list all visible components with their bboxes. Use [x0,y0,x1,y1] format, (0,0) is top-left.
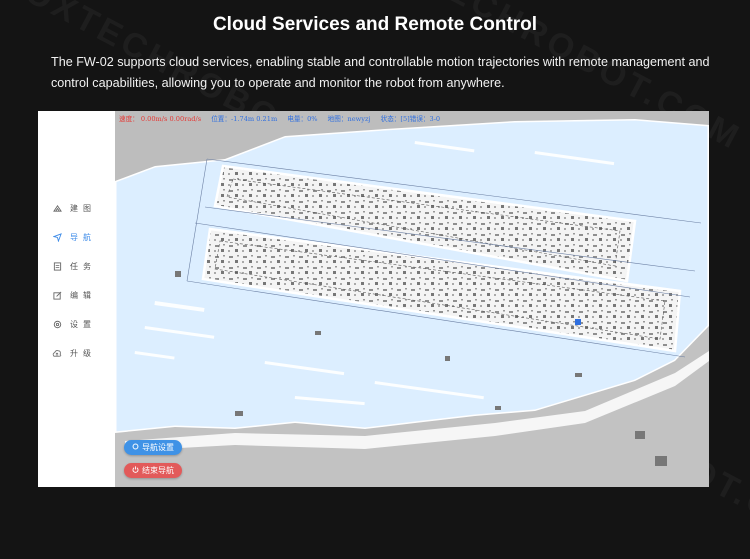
task-icon [50,262,64,271]
map-build-icon [50,204,64,213]
navigation-map[interactable]: 速度： 0.00m/s 0.00rad/s 位置：-1.74m 0.21m 电量… [115,111,709,487]
map-name-readout: 地图：newyzj [327,115,371,123]
battery-readout: 电量：0% [287,115,318,123]
position-readout: 位置：-1.74m 0.21m [211,115,278,123]
sidebar-item-label: 升级 [70,349,96,358]
nav-settings-label: 导航设置 [142,443,174,452]
sidebar-item-label: 建图 [70,204,96,213]
status-bar: 速度： 0.00m/s 0.00rad/s 位置：-1.74m 0.21m 电量… [119,113,448,123]
power-icon [132,466,139,475]
speed-readout: 速度： 0.00m/s 0.00rad/s [119,115,202,123]
end-navigation-label: 结束导航 [142,466,174,475]
nav-settings-button[interactable]: 导航设置 [124,440,182,455]
sidebar: 建图 导航 任务 编辑 设置 升级 [38,111,115,487]
page-title: Cloud Services and Remote Control [212,14,538,35]
sidebar-item-edit[interactable]: 编辑 [50,281,96,310]
sidebar-item-settings[interactable]: 设置 [50,310,96,339]
sidebar-item-label: 设置 [70,320,96,329]
sidebar-item-upgrade[interactable]: 升级 [50,339,96,368]
robot-control-panel: 建图 导航 任务 编辑 设置 升级 速度： 0.00m/s 0.00rad/s … [38,111,709,487]
end-navigation-button[interactable]: 结束导航 [124,463,182,478]
sidebar-item-task[interactable]: 任务 [50,252,96,281]
sidebar-item-label: 编辑 [70,291,96,300]
settings-icon [50,320,64,329]
page-description: The FW-02 supports cloud services, enabl… [51,55,710,90]
upgrade-icon [50,349,64,358]
sidebar-item-label: 导航 [70,233,96,242]
sidebar-item-map-build[interactable]: 建图 [50,194,96,223]
navigation-icon [50,233,64,242]
robot-marker [575,319,581,325]
sidebar-item-label: 任务 [70,262,96,271]
settings-icon [132,443,139,452]
state-readout: 状态：[5]错误：3-0 [380,115,441,123]
edit-icon [50,291,64,300]
sidebar-item-navigation[interactable]: 导航 [50,223,96,252]
occupancy-grid-map [115,111,709,487]
sidebar-menu: 建图 导航 任务 编辑 设置 升级 [50,194,96,368]
